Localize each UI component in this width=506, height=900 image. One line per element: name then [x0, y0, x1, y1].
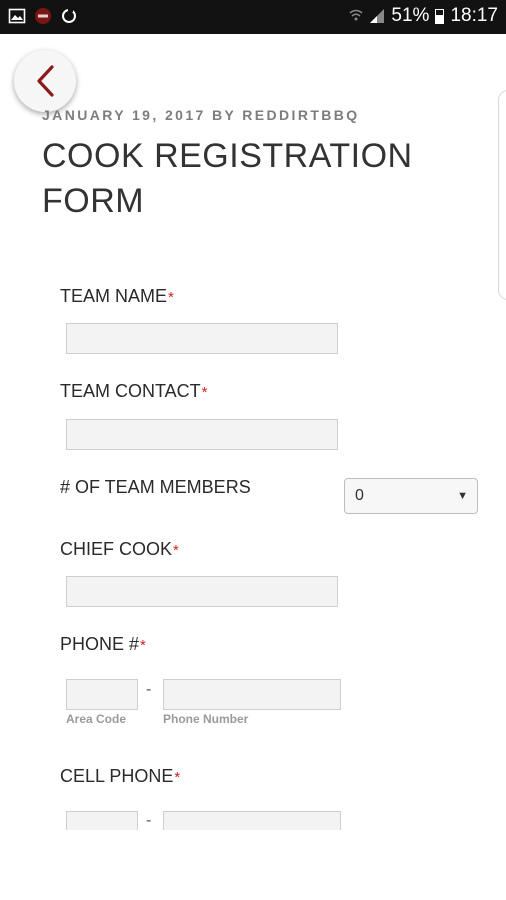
required-mark: * — [168, 289, 174, 306]
status-bar: 51% 18:17 — [0, 0, 506, 34]
page-title: COOK REGISTRATION FORM — [42, 137, 413, 220]
phone-separator: - — [146, 681, 152, 698]
side-drawer-handle[interactable] — [498, 90, 506, 300]
phone-label: PHONE #* — [60, 634, 146, 655]
cell-phone-label-text: CELL PHONE — [60, 766, 174, 786]
team-members-label: # OF TEAM MEMBERS — [60, 477, 251, 497]
team-name-input[interactable] — [66, 323, 338, 354]
team-name-label-text: TEAM NAME — [60, 286, 168, 306]
team-members-select[interactable]: 0 ▼ — [344, 478, 478, 514]
battery-icon — [435, 8, 445, 24]
status-icons-right: 51% 18:17 — [349, 5, 498, 27]
team-name-label: TEAM NAME* — [60, 286, 174, 307]
team-contact-input[interactable] — [66, 419, 338, 450]
phone-number-sublabel: Phone Number — [163, 712, 249, 726]
required-mark: * — [140, 637, 146, 654]
chief-cook-label: CHIEF COOK* — [60, 539, 179, 560]
post-meta: JANUARY 19, 2017 BY REDDIRTBBQ — [42, 107, 360, 123]
required-mark: * — [201, 384, 208, 401]
phone-label-text: PHONE # — [60, 634, 140, 654]
required-mark: * — [174, 769, 181, 786]
battery-percent: 51% — [391, 5, 430, 26]
team-members-selected: 0 — [355, 487, 364, 504]
team-contact-label-text: TEAM CONTACT — [60, 381, 201, 401]
sync-icon — [62, 8, 76, 23]
chief-cook-label-text: CHIEF COOK — [60, 539, 173, 559]
back-button[interactable] — [14, 50, 76, 112]
cell-phone-label: CELL PHONE* — [60, 766, 180, 787]
status-icons-left — [8, 7, 78, 25]
bottom-blank-area — [0, 830, 506, 900]
area-code-sublabel: Area Code — [66, 712, 127, 726]
signal-icon — [370, 9, 385, 23]
phone-area-code-input[interactable] — [66, 679, 138, 710]
team-contact-label: TEAM CONTACT* — [60, 381, 208, 402]
cell-separator: - — [146, 812, 152, 829]
phone-number-input[interactable] — [163, 679, 341, 710]
app-icon — [35, 8, 51, 24]
dropdown-arrow-icon: ▼ — [457, 490, 468, 502]
required-mark: * — [173, 542, 179, 559]
wifi-icon — [349, 9, 363, 21]
chevron-left-icon — [37, 65, 54, 97]
image-icon — [8, 8, 26, 24]
chief-cook-input[interactable] — [66, 576, 338, 607]
clock: 18:17 — [450, 5, 498, 26]
